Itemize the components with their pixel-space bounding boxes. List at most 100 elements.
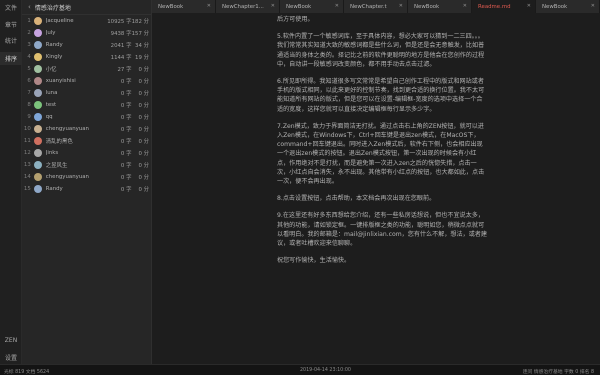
user-name: Jinks bbox=[45, 150, 59, 156]
minutes: 0 分 bbox=[138, 151, 149, 157]
left-rail: 文件 章节 统计 排序 ZEN 设置 bbox=[0, 0, 22, 364]
ranking-row[interactable]: 5 小忆 27 字 0 分 bbox=[22, 63, 151, 75]
status-left: 光标 819 文档 5624 bbox=[4, 370, 50, 375]
close-icon[interactable]: ✕ bbox=[207, 3, 211, 9]
rank-number: 15 bbox=[23, 186, 31, 192]
ranking-row[interactable]: 13 之昱风生 0 字 0 分 bbox=[22, 159, 151, 171]
word-count: 0 字 bbox=[120, 187, 132, 193]
rail-sort[interactable]: 排序 bbox=[0, 52, 22, 65]
user-name: qq bbox=[45, 114, 53, 120]
panel-header: ‹ 情感治疗基地 bbox=[22, 0, 151, 15]
word-count: 9438 字 bbox=[110, 31, 132, 37]
editor-text[interactable]: 后方可使用。 5.软件内置了一个敏感词库，至于具体内容，想必大家可以猜到一二三四。… bbox=[277, 15, 487, 273]
close-icon[interactable]: ✕ bbox=[399, 3, 403, 9]
tab-3[interactable]: NewChapter.t ✕ bbox=[344, 0, 408, 13]
close-icon[interactable]: ✕ bbox=[271, 3, 275, 9]
user-name: xuanyishisi bbox=[45, 78, 76, 84]
rank-number: 7 bbox=[27, 90, 31, 96]
tab-6[interactable]: NewBook ✕ bbox=[536, 0, 600, 13]
user-name: 之昱风生 bbox=[45, 163, 68, 169]
rank-number: 3 bbox=[27, 42, 31, 48]
minutes: 0 分 bbox=[138, 127, 149, 133]
ranking-row[interactable]: 8 test 0 字 0 分 bbox=[22, 99, 151, 111]
tab-1[interactable]: NewChapter1... ✕ bbox=[216, 0, 280, 13]
rail-chapter[interactable]: 章节 bbox=[0, 20, 22, 29]
status-right: 连问 情感治疗基地 字数 0 排名 8 bbox=[522, 370, 594, 375]
rank-number: 9 bbox=[27, 114, 31, 120]
avatar bbox=[33, 77, 42, 85]
user-name: chengyuanyuan bbox=[45, 174, 89, 180]
ranking-row[interactable]: 9 qq 0 字 0 分 bbox=[22, 111, 151, 123]
rail-settings[interactable]: 设置 bbox=[0, 353, 22, 362]
minutes: 0 分 bbox=[138, 139, 149, 145]
paragraph: 祝您写作愉快，生活愉快。 bbox=[277, 257, 351, 265]
tab-5[interactable]: Readme.md ✕ bbox=[472, 0, 536, 13]
word-count: 0 字 bbox=[120, 151, 132, 157]
rank-number: 13 bbox=[23, 162, 31, 168]
tab-label: NewBook bbox=[542, 3, 568, 10]
minutes: 34 分 bbox=[135, 43, 149, 49]
user-name: 清乱的黑色 bbox=[45, 139, 73, 145]
avatar bbox=[33, 89, 42, 97]
user-name: chengyuanyuan bbox=[45, 126, 89, 132]
ranking-row[interactable]: 4 Kingly 1144 字 19 分 bbox=[22, 51, 151, 63]
rail-zen[interactable]: ZEN bbox=[0, 337, 22, 344]
tab-0[interactable]: NewBook ✕ bbox=[152, 0, 216, 13]
rank-number: 1 bbox=[27, 18, 31, 24]
ranking-list: 1 Jacqueline 10925 字 182 分 2 July 9438 字 157 分 3… bbox=[22, 15, 151, 195]
avatar bbox=[33, 41, 42, 49]
paragraph: 9.在这里还有好多东西想给您介绍，还有一些私房话想说，但也不宜说太多，其他的功能… bbox=[277, 212, 487, 248]
editor[interactable]: 后方可使用。 5.软件内置了一个敏感词库，至于具体内容，想必大家可以猜到一二三四。… bbox=[152, 13, 600, 364]
paragraph: 后方可使用。 bbox=[277, 16, 314, 23]
rank-number: 8 bbox=[27, 102, 31, 108]
panel-title: 情感治疗基地 bbox=[34, 4, 71, 12]
user-name: 小忆 bbox=[45, 67, 57, 73]
word-count: 0 字 bbox=[120, 115, 132, 121]
avatar bbox=[33, 161, 42, 169]
user-name: Jacqueline bbox=[45, 18, 74, 24]
ranking-row[interactable]: 3 Randy 2041 字 34 分 bbox=[22, 39, 151, 51]
close-icon[interactable]: ✕ bbox=[463, 3, 467, 9]
ranking-row[interactable]: 12 Jinks 0 字 0 分 bbox=[22, 147, 151, 159]
minutes: 0 分 bbox=[138, 115, 149, 121]
chevron-left-icon[interactable]: ‹ bbox=[28, 3, 31, 11]
ranking-row[interactable]: 11 清乱的黑色 0 字 0 分 bbox=[22, 135, 151, 147]
word-count: 0 字 bbox=[120, 175, 132, 181]
minutes: 0 分 bbox=[138, 79, 149, 85]
user-name: luna bbox=[45, 90, 58, 96]
avatar bbox=[33, 101, 42, 109]
rank-number: 10 bbox=[23, 126, 31, 132]
avatar bbox=[33, 113, 42, 121]
ranking-row[interactable]: 2 July 9438 字 157 分 bbox=[22, 27, 151, 39]
user-name: July bbox=[45, 30, 56, 36]
rank-number: 14 bbox=[23, 174, 31, 180]
minutes: 0 分 bbox=[138, 175, 149, 181]
rank-number: 2 bbox=[27, 30, 31, 36]
tab-label: Readme.md bbox=[478, 3, 511, 10]
ranking-row[interactable]: 6 xuanyishisi 0 字 0 分 bbox=[22, 75, 151, 87]
rank-number: 6 bbox=[27, 78, 31, 84]
close-icon[interactable]: ✕ bbox=[335, 3, 339, 9]
minutes: 157 分 bbox=[131, 31, 149, 37]
rail-file[interactable]: 文件 bbox=[0, 3, 22, 12]
word-count: 0 字 bbox=[120, 139, 132, 145]
ranking-row[interactable]: 14 chengyuanyuan 0 字 0 分 bbox=[22, 171, 151, 183]
avatar bbox=[33, 173, 42, 181]
close-icon[interactable]: ✕ bbox=[527, 3, 531, 9]
tab-label: NewBook bbox=[414, 3, 440, 10]
tab-2[interactable]: NewBook ✕ bbox=[280, 0, 344, 13]
paragraph: 6.所见即所得。我知道很多写文常常是希望自己创作工程中的版式和网站或者手机的版式… bbox=[277, 78, 485, 113]
minutes: 19 分 bbox=[135, 55, 149, 61]
rail-stats[interactable]: 统计 bbox=[0, 36, 22, 45]
ranking-row[interactable]: 7 luna 0 字 0 分 bbox=[22, 87, 151, 99]
avatar bbox=[33, 149, 42, 157]
tab-4[interactable]: NewBook ✕ bbox=[408, 0, 472, 13]
ranking-row[interactable]: 15 Randy 0 字 0 分 bbox=[22, 183, 151, 195]
ranking-row[interactable]: 10 chengyuanyuan 0 字 0 分 bbox=[22, 123, 151, 135]
close-icon[interactable]: ✕ bbox=[591, 3, 595, 9]
status-bar: 光标 819 文档 5624 2019-04-14 23:10:00 连问 情感… bbox=[0, 364, 600, 375]
ranking-row[interactable]: 1 Jacqueline 10925 字 182 分 bbox=[22, 15, 151, 27]
avatar bbox=[33, 137, 42, 145]
status-datetime: 2019-04-14 23:10:00 bbox=[300, 368, 351, 373]
paragraph: 5.软件内置了一个敏感词库，至于具体内容，想必大家可以猜到一二三四。。。我们常常… bbox=[277, 33, 485, 68]
